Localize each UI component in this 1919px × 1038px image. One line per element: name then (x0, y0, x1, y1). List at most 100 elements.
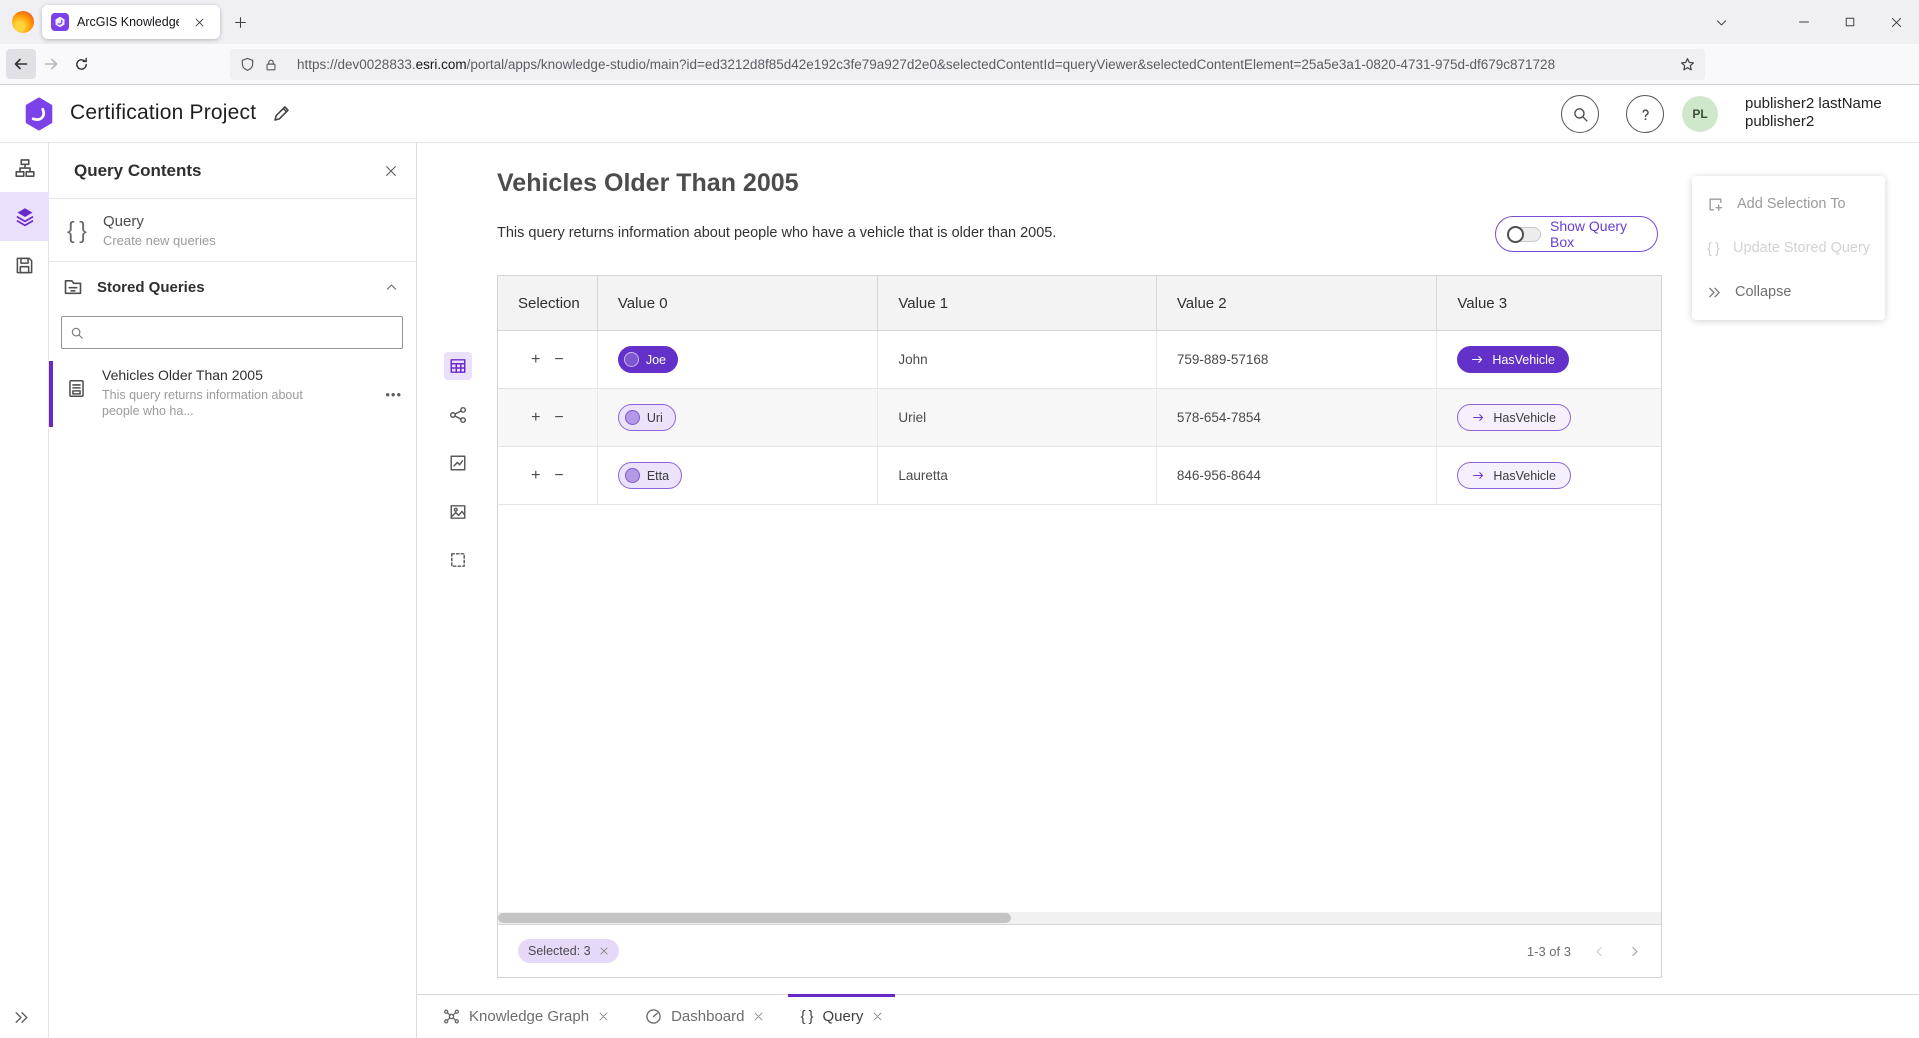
relationship-pill[interactable]: HasVehicle (1457, 404, 1571, 431)
link-chart-icon[interactable] (444, 401, 472, 429)
remove-from-selection-button[interactable]: − (554, 410, 563, 426)
show-query-box-toggle[interactable]: Show Query Box (1495, 216, 1658, 252)
table-row: + − Etta Lauretta 846-956-8644 HasVehicl… (498, 447, 1661, 505)
tab-close-icon[interactable] (187, 10, 211, 34)
tab-query[interactable]: { } Query (782, 995, 901, 1038)
column-header: Selection (498, 276, 598, 330)
menu-item-collapse[interactable]: Collapse (1692, 270, 1885, 314)
window-close-icon[interactable] (1873, 0, 1919, 44)
chart-view-icon[interactable] (444, 449, 472, 477)
query-item-title: Query (103, 213, 216, 230)
entity-icon (624, 352, 639, 367)
menu-item-update-stored-query: { } Update Stored Query (1692, 226, 1885, 270)
entity-pill[interactable]: Etta (618, 462, 682, 489)
item-options-icon[interactable]: ••• (385, 387, 402, 419)
stored-queries-search[interactable] (61, 316, 403, 349)
scrollbar-thumb[interactable] (498, 913, 1011, 923)
close-tab-icon[interactable] (598, 1011, 609, 1022)
entity-pill[interactable]: Joe (618, 346, 678, 373)
selected-count-chip[interactable]: Selected: 3 (518, 939, 619, 963)
add-to-selection-button[interactable]: + (531, 468, 540, 484)
save-icon[interactable] (0, 241, 49, 290)
braces-icon: { } (800, 1008, 813, 1025)
knowledge-studio-logo[interactable] (22, 96, 56, 132)
table-row: + − Joe John 759-889-57168 HasVehicle (498, 331, 1661, 389)
panel-close-icon[interactable] (384, 164, 398, 178)
layers-icon[interactable] (0, 192, 49, 241)
collapse-section-chevron-icon[interactable] (385, 281, 398, 294)
tab-title: ArcGIS Knowledge Studio (77, 15, 179, 29)
lock-icon[interactable] (264, 58, 278, 72)
forward-icon[interactable] (36, 49, 66, 79)
relationship-pill[interactable]: HasVehicle (1457, 462, 1571, 489)
cell-value: John (878, 331, 1157, 388)
braces-icon: { } (1707, 240, 1720, 257)
row-range: 1-3 of 3 (1527, 944, 1571, 959)
tracking-shield-icon[interactable] (240, 57, 255, 72)
selected-indicator (49, 361, 53, 427)
query-contents-panel: Query Contents { } Query Create new quer… (49, 143, 417, 1038)
browser-toolbar: https://dev0028833.esri.com/portal/apps/… (0, 44, 1919, 85)
arrow-right-icon (1472, 411, 1485, 424)
reload-icon[interactable] (66, 49, 96, 79)
new-tab-button[interactable] (228, 10, 252, 34)
search-button[interactable] (1561, 95, 1599, 133)
bookmark-star-icon[interactable] (1680, 57, 1695, 72)
column-header: Value 2 (1157, 276, 1438, 330)
query-item[interactable]: { } Query Create new queries (49, 199, 416, 262)
minimize-icon[interactable] (1781, 0, 1827, 44)
table-footer: Selected: 3 1-3 of 3 (498, 924, 1661, 977)
cell-value: 759-889-57168 (1157, 331, 1438, 388)
user-avatar[interactable]: PL (1682, 96, 1718, 132)
expand-panel-icon[interactable] (13, 1009, 30, 1026)
browser-tab-bar: ArcGIS Knowledge Studio (0, 0, 1919, 44)
relationship-pill[interactable]: HasVehicle (1457, 346, 1569, 373)
url-bar[interactable]: https://dev0028833.esri.com/portal/apps/… (230, 49, 1705, 80)
entity-pill[interactable]: Uri (618, 404, 676, 431)
toggle-track[interactable] (1508, 227, 1541, 242)
help-button[interactable] (1626, 95, 1664, 133)
left-rail (0, 143, 49, 1038)
window-controls (1781, 0, 1919, 44)
content-tab-bar: Knowledge Graph Dashboard { } Query (417, 994, 1919, 1038)
maximize-icon[interactable] (1827, 0, 1873, 44)
back-icon[interactable] (6, 49, 36, 79)
tab-knowledge-graph[interactable]: Knowledge Graph (425, 995, 627, 1038)
project-tree-icon[interactable] (0, 143, 49, 192)
search-input[interactable] (90, 325, 394, 340)
user-name: publisher2 lastName publisher2 (1745, 95, 1882, 131)
cell-value: 846-956-8644 (1157, 447, 1438, 504)
next-page-icon[interactable] (1628, 945, 1641, 958)
remove-from-selection-button[interactable]: − (554, 468, 563, 484)
add-to-selection-button[interactable]: + (531, 352, 540, 368)
add-to-selection-button[interactable]: + (531, 410, 540, 426)
horizontal-scrollbar[interactable] (498, 912, 1661, 924)
stored-query-item[interactable]: Vehicles Older Than 2005 This query retu… (49, 361, 416, 427)
stored-queries-header[interactable]: Stored Queries (49, 262, 416, 312)
remove-from-selection-button[interactable]: − (554, 352, 563, 368)
tab-list-chevron-icon[interactable] (1709, 10, 1733, 34)
edit-pencil-icon[interactable] (272, 104, 291, 123)
cell-value: Uriel (878, 389, 1157, 446)
table-view-icon[interactable] (444, 352, 472, 380)
close-tab-icon[interactable] (872, 1011, 883, 1022)
map-view-icon[interactable] (444, 498, 472, 526)
close-tab-icon[interactable] (753, 1011, 764, 1022)
clear-selection-icon[interactable] (599, 946, 609, 956)
toggle-knob (1507, 226, 1524, 243)
firefox-icon[interactable] (12, 11, 34, 33)
search-icon (70, 326, 84, 340)
stored-query-title: Vehicles Older Than 2005 (102, 367, 369, 383)
page-description: This query returns information about peo… (497, 225, 1056, 241)
results-table: Selection Value 0 Value 1 Value 2 Value … (497, 275, 1662, 978)
project-title: Certification Project (70, 101, 256, 125)
menu-item-add-selection-to[interactable]: Add Selection To (1692, 182, 1885, 226)
browser-tab[interactable]: ArcGIS Knowledge Studio (42, 5, 220, 39)
select-region-icon[interactable] (444, 546, 472, 574)
column-header: Value 0 (598, 276, 879, 330)
stored-query-doc-icon (67, 379, 86, 419)
tab-dashboard[interactable]: Dashboard (627, 995, 782, 1038)
previous-page-icon[interactable] (1593, 945, 1606, 958)
entity-icon (625, 410, 640, 425)
show-query-box-label: Show Query Box (1550, 218, 1645, 250)
